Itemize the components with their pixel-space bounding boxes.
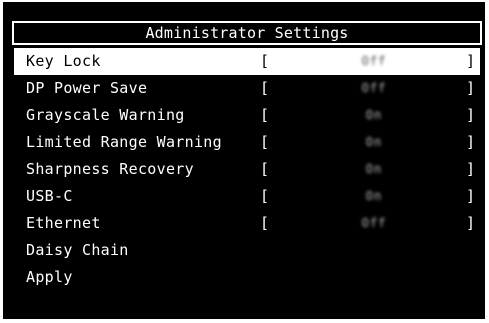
menu-item-daisy-chain[interactable]: Daisy Chain (14, 237, 480, 264)
left-bracket: [ (260, 79, 270, 97)
left-bracket: [ (260, 187, 270, 205)
menu-item-sharpness-recovery[interactable]: Sharpness Recovery [ On ] (14, 156, 480, 183)
menu-item-ethernet[interactable]: Ethernet [ Off ] (14, 210, 480, 237)
menu-item-label: Key Lock (26, 52, 101, 70)
menu-item-grayscale-warning[interactable]: Grayscale Warning [ On ] (14, 102, 480, 129)
menu-item-key-lock[interactable]: Key Lock [ Off ] (14, 48, 480, 75)
menu-item-label: Apply (26, 268, 73, 286)
menu-item-label: Grayscale Warning (26, 106, 185, 124)
right-bracket: ] (466, 160, 476, 178)
menu-item-label: Limited Range Warning (26, 133, 222, 151)
right-bracket: ] (466, 133, 476, 151)
left-bracket: [ (260, 160, 270, 178)
menu-item-dp-power-save[interactable]: DP Power Save [ Off ] (14, 75, 480, 102)
left-bracket: [ (260, 214, 270, 232)
settings-list: Key Lock [ Off ] DP Power Save [ Off ] G… (14, 48, 480, 291)
right-bracket: ] (466, 187, 476, 205)
menu-item-label: Ethernet (26, 214, 101, 232)
left-bracket: [ (260, 106, 270, 124)
setting-value: Off (361, 216, 387, 230)
menu-item-apply[interactable]: Apply (14, 264, 480, 291)
menu-item-label: DP Power Save (26, 79, 148, 97)
menu-item-usb-c[interactable]: USB-C [ On ] (14, 183, 480, 210)
menu-title: Administrator Settings (12, 21, 482, 45)
setting-value: Off (361, 81, 387, 95)
setting-value: On (365, 162, 383, 176)
right-bracket: ] (466, 79, 476, 97)
osd-menu-window: Administrator Settings Key Lock [ Off ] … (3, 2, 485, 319)
right-bracket: ] (466, 214, 476, 232)
right-bracket: ] (466, 106, 476, 124)
setting-value: On (365, 189, 383, 203)
left-bracket: [ (260, 52, 270, 70)
menu-item-label: Sharpness Recovery (26, 160, 194, 178)
setting-value: Off (361, 54, 387, 68)
menu-item-limited-range-warning[interactable]: Limited Range Warning [ On ] (14, 129, 480, 156)
left-bracket: [ (260, 133, 270, 151)
setting-value: On (365, 108, 383, 122)
menu-item-label: USB-C (26, 187, 73, 205)
menu-item-label: Daisy Chain (26, 241, 129, 259)
setting-value: On (365, 135, 383, 149)
right-bracket: ] (466, 52, 476, 70)
